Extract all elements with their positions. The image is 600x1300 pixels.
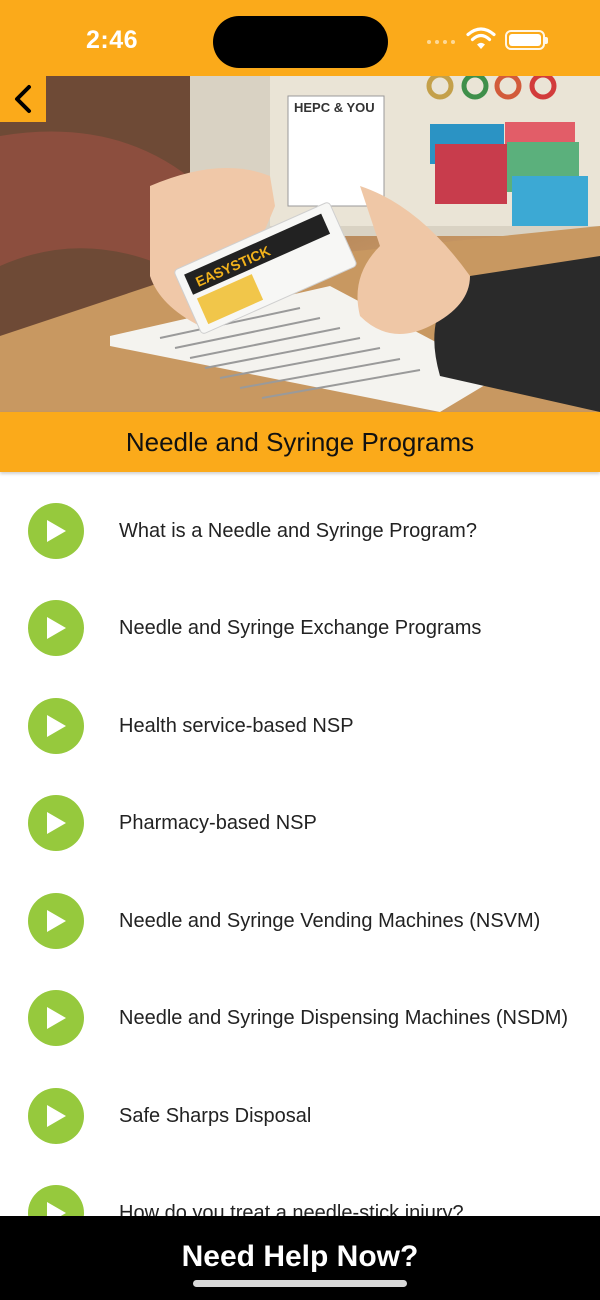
- play-icon[interactable]: [28, 1184, 84, 1216]
- status-bar: 2:46: [0, 0, 600, 76]
- list-item-label: How do you treat a needle-stick injury?: [119, 1201, 464, 1217]
- hero-sign-text: HEPC & YOU: [294, 100, 375, 115]
- list-item-label: Health service-based NSP: [119, 714, 354, 737]
- hero-photo: HEPC & YOU EASYSTICK: [0, 76, 600, 412]
- dynamic-island: [213, 16, 388, 68]
- topic-list[interactable]: What is a Needle and Syringe Program? Ne…: [0, 474, 600, 1216]
- need-help-button[interactable]: Need Help Now?: [0, 1216, 600, 1300]
- wifi-icon: [466, 27, 496, 49]
- list-item[interactable]: Safe Sharps Disposal: [0, 1067, 600, 1164]
- list-item-label: Needle and Syringe Dispensing Machines (…: [119, 1006, 569, 1029]
- cellular-signal-icon: [427, 40, 455, 44]
- list-item-label: What is a Needle and Syringe Program?: [119, 519, 477, 542]
- play-icon[interactable]: [28, 794, 84, 851]
- list-item[interactable]: Needle and Syringe Exchange Programs: [0, 579, 600, 676]
- home-indicator[interactable]: [193, 1280, 407, 1287]
- need-help-label: Need Help Now?: [181, 1240, 419, 1273]
- list-item[interactable]: How do you treat a needle-stick injury?: [0, 1164, 600, 1216]
- play-icon[interactable]: [28, 892, 84, 949]
- list-item-label: Safe Sharps Disposal: [119, 1104, 312, 1127]
- play-icon[interactable]: [28, 989, 84, 1046]
- list-item[interactable]: What is a Needle and Syringe Program?: [0, 482, 600, 579]
- list-item[interactable]: Needle and Syringe Dispensing Machines (…: [0, 969, 600, 1066]
- play-icon[interactable]: [28, 1087, 84, 1144]
- pharmacy-photo: HEPC & YOU EASYSTICK: [0, 76, 600, 412]
- list-item[interactable]: Needle and Syringe Vending Machines (NSV…: [0, 872, 600, 969]
- chevron-left-icon: [15, 85, 31, 113]
- list-item-label: Needle and Syringe Exchange Programs: [119, 616, 482, 639]
- list-item[interactable]: Pharmacy-based NSP: [0, 774, 600, 871]
- page-title-bar: Needle and Syringe Programs: [0, 412, 600, 472]
- list-item-label: Pharmacy-based NSP: [119, 811, 317, 834]
- list-item[interactable]: Health service-based NSP: [0, 677, 600, 774]
- play-icon[interactable]: [28, 697, 84, 754]
- page-title: Needle and Syringe Programs: [125, 426, 475, 457]
- play-icon[interactable]: [28, 502, 84, 559]
- status-time: 2:46: [86, 26, 139, 54]
- back-button[interactable]: [0, 76, 46, 122]
- play-icon[interactable]: [28, 599, 84, 656]
- list-item-label: Needle and Syringe Vending Machines (NSV…: [119, 909, 541, 932]
- battery-icon: [505, 30, 548, 50]
